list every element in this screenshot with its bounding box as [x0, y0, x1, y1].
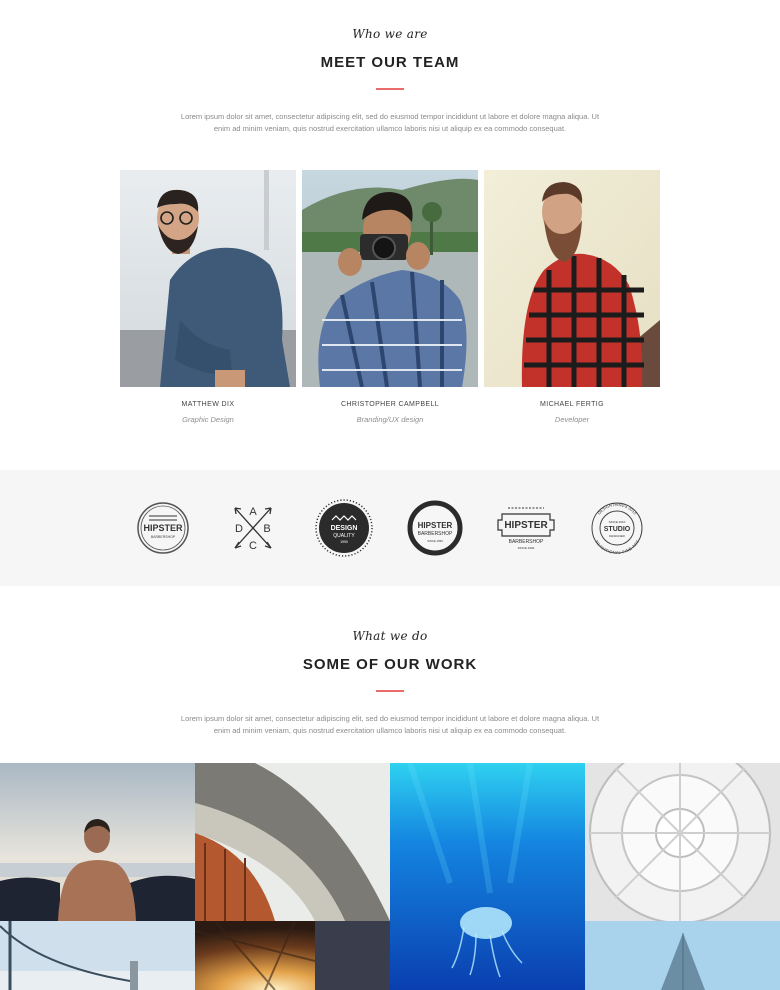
member-name: MICHAEL FERTIG: [540, 401, 604, 408]
logo-text: HIPSTER: [418, 521, 453, 530]
logo-text: DESIGN: [331, 525, 358, 532]
logo-text: 1990: [340, 540, 348, 544]
portfolio-item[interactable]: [195, 921, 390, 990]
hipster-barbershop-banner-icon[interactable]: HIPSTER BARBERSHOP SINCE 1994: [496, 498, 556, 558]
member-role: Graphic Design: [182, 415, 234, 424]
logo-text: BARBERSHOP: [151, 535, 176, 539]
member-photo[interactable]: [484, 170, 660, 387]
member-role: Branding/UX design: [356, 415, 424, 424]
team-section: Who we are MEET OUR TEAM Lorem ipsum dol…: [0, 0, 780, 470]
team-divider: [376, 88, 404, 90]
member-photo[interactable]: [120, 170, 296, 387]
logo-text: DESIGNER: [609, 534, 626, 538]
team-member-card[interactable]: CHRISTOPHER CAMPBELL Branding/UX design: [302, 170, 478, 424]
team-intro-text: Lorem ipsum dolor sit amet, consectetur …: [180, 112, 600, 133]
portfolio-item[interactable]: [390, 763, 585, 990]
portfolio-item[interactable]: [0, 921, 195, 990]
logo-text: A: [249, 506, 257, 518]
work-subtitle: What we do: [352, 629, 428, 643]
team-member-card[interactable]: MATTHEW DIX Graphic Design: [120, 170, 296, 424]
svg-text:TRADITIONAL FINE ART: TRADITIONAL FINE ART: [594, 539, 641, 555]
logo-text: SINCE 2010: [609, 520, 626, 524]
logo-text: DESIGNTHINGS 2015: [596, 502, 638, 516]
member-name: CHRISTOPHER CAMPBELL: [340, 401, 440, 408]
portfolio-item[interactable]: [585, 921, 780, 990]
logo-text: BARBERSHOP: [509, 539, 544, 545]
member-name: MATTHEW DIX: [181, 401, 235, 408]
client-logos-band: HIPSTER BARBERSHOP A B C D DESIGN QUALIT…: [0, 470, 780, 586]
logo-text: HIPSTER: [143, 523, 183, 533]
logo-text: QUALITY: [333, 533, 355, 539]
portfolio-item[interactable]: [585, 763, 780, 921]
logo-text: C: [249, 540, 257, 552]
team-title: MEET OUR TEAM: [320, 54, 460, 71]
member-photo[interactable]: [302, 170, 478, 387]
work-title: SOME OF OUR WORK: [302, 656, 478, 673]
logo-text: HIPSTER: [504, 520, 548, 531]
work-intro-text: Lorem ipsum dolor sit amet, consectetur …: [180, 714, 600, 735]
hipster-barbershop-badge-icon[interactable]: HIPSTER BARBERSHOP: [133, 498, 193, 558]
logo-text: BARBERSHOP: [418, 531, 453, 537]
design-quality-seal-icon[interactable]: DESIGN QUALITY 1990: [314, 498, 374, 558]
logo-text: TRADITIONAL FINE ART: [594, 539, 641, 555]
portfolio-item[interactable]: [0, 763, 195, 921]
hipster-barbershop-round-icon[interactable]: HIPSTER BARBERSHOP SINCE 1990: [405, 498, 465, 558]
logo-text: B: [263, 523, 270, 535]
logo-text: STUDIO: [604, 526, 631, 533]
portfolio-item[interactable]: [195, 763, 390, 921]
team-subtitle: Who we are: [352, 27, 428, 41]
member-role: Developer: [554, 415, 590, 424]
logo-text: SINCE 1990: [427, 539, 443, 543]
work-divider: [376, 690, 404, 692]
crossed-arrows-abcd-icon[interactable]: A B C D: [223, 498, 283, 558]
design-studio-circle-icon[interactable]: DESIGNTHINGS 2015 TRADITIONAL FINE ART S…: [587, 498, 647, 558]
logo-text: SINCE 1994: [518, 546, 535, 550]
logo-text: D: [235, 523, 243, 535]
team-member-card[interactable]: MICHAEL FERTIG Developer: [484, 170, 660, 424]
svg-text:DESIGNTHINGS 2015: DESIGNTHINGS 2015: [596, 502, 638, 516]
work-section: What we do SOME OF OUR WORK Lorem ipsum …: [0, 586, 780, 763]
